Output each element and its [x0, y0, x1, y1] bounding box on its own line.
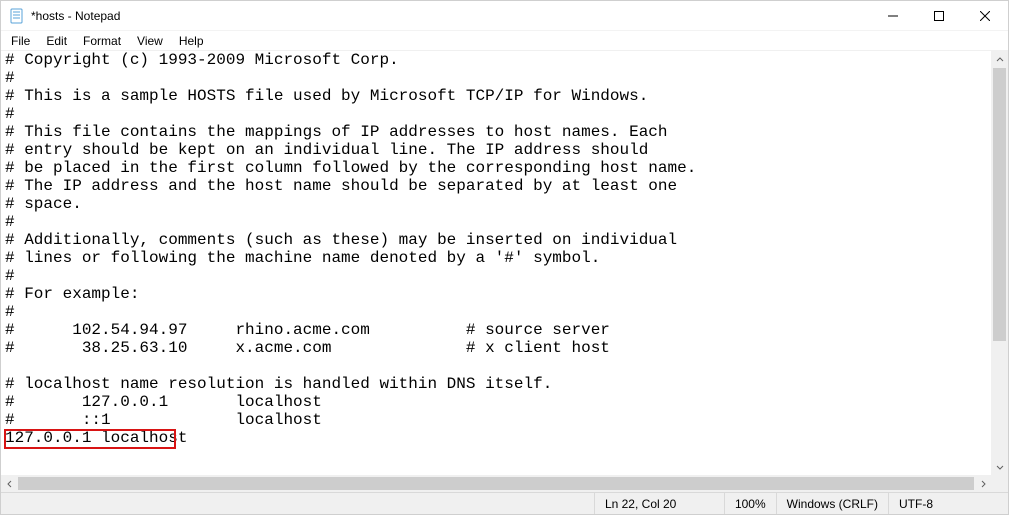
maximize-button[interactable] [916, 1, 962, 31]
status-encoding: UTF-8 [888, 493, 1008, 514]
vertical-scrollbar[interactable] [991, 51, 1008, 475]
statusbar: Ln 22, Col 20 100% Windows (CRLF) UTF-8 [1, 492, 1008, 514]
vertical-scroll-thumb[interactable] [993, 68, 1006, 341]
scroll-left-button[interactable] [1, 475, 18, 492]
scroll-up-button[interactable] [991, 51, 1008, 68]
chevron-down-icon [996, 463, 1004, 471]
maximize-icon [934, 11, 944, 21]
vertical-scroll-track[interactable] [991, 68, 1008, 458]
scroll-corner [991, 475, 1008, 492]
status-zoom[interactable]: 100% [724, 493, 776, 514]
chevron-up-icon [996, 56, 1004, 64]
horizontal-scroll-track[interactable] [18, 475, 974, 492]
chevron-right-icon [979, 480, 987, 488]
window-title: *hosts - Notepad [31, 9, 120, 23]
scroll-down-button[interactable] [991, 458, 1008, 475]
minimize-icon [888, 11, 898, 21]
horizontal-scroll-thumb[interactable] [18, 477, 974, 490]
menu-file[interactable]: File [3, 33, 38, 49]
scroll-right-button[interactable] [974, 475, 991, 492]
text-editor[interactable]: # Copyright (c) 1993-2009 Microsoft Corp… [1, 51, 991, 475]
notepad-window: *hosts - Notepad File Edit Format View H… [0, 0, 1009, 515]
menu-edit[interactable]: Edit [38, 33, 75, 49]
status-lineending: Windows (CRLF) [776, 493, 888, 514]
menu-view[interactable]: View [129, 33, 171, 49]
menubar: File Edit Format View Help [1, 31, 1008, 51]
status-lncol: Ln 22, Col 20 [594, 493, 724, 514]
close-button[interactable] [962, 1, 1008, 31]
editor-area: # Copyright (c) 1993-2009 Microsoft Corp… [1, 51, 1008, 492]
chevron-left-icon [6, 480, 14, 488]
horizontal-scrollbar[interactable] [1, 475, 991, 492]
status-empty [1, 493, 594, 514]
menu-help[interactable]: Help [171, 33, 212, 49]
minimize-button[interactable] [870, 1, 916, 31]
menu-format[interactable]: Format [75, 33, 129, 49]
titlebar[interactable]: *hosts - Notepad [1, 1, 1008, 31]
close-icon [980, 11, 990, 21]
notepad-icon [9, 8, 25, 24]
